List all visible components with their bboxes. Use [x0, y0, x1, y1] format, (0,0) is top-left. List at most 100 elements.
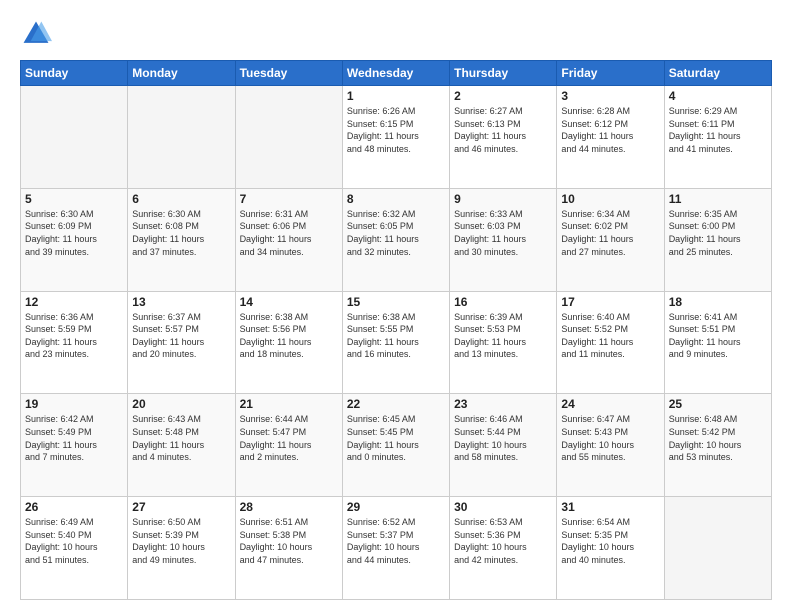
day-info: Sunrise: 6:29 AMSunset: 6:11 PMDaylight:… — [669, 105, 767, 155]
day-number: 7 — [240, 192, 338, 206]
calendar-cell: 1 Sunrise: 6:26 AMSunset: 6:15 PMDaylight… — [342, 86, 449, 189]
day-info: Sunrise: 6:37 AMSunset: 5:57 PMDaylight:… — [132, 311, 230, 361]
day-number: 18 — [669, 295, 767, 309]
day-number: 22 — [347, 397, 445, 411]
day-number: 16 — [454, 295, 552, 309]
week-row-5: 26 Sunrise: 6:49 AMSunset: 5:40 PMDayligh… — [21, 497, 772, 600]
day-number: 27 — [132, 500, 230, 514]
day-info: Sunrise: 6:46 AMSunset: 5:44 PMDaylight:… — [454, 413, 552, 463]
day-number: 26 — [25, 500, 123, 514]
weekday-header-sunday: Sunday — [21, 61, 128, 86]
day-info: Sunrise: 6:36 AMSunset: 5:59 PMDaylight:… — [25, 311, 123, 361]
day-info: Sunrise: 6:38 AMSunset: 5:56 PMDaylight:… — [240, 311, 338, 361]
day-info: Sunrise: 6:53 AMSunset: 5:36 PMDaylight:… — [454, 516, 552, 566]
day-number: 29 — [347, 500, 445, 514]
calendar-cell: 12 Sunrise: 6:36 AMSunset: 5:59 PMDayligh… — [21, 291, 128, 394]
calendar-cell: 14 Sunrise: 6:38 AMSunset: 5:56 PMDayligh… — [235, 291, 342, 394]
day-info: Sunrise: 6:42 AMSunset: 5:49 PMDaylight:… — [25, 413, 123, 463]
calendar-cell: 5 Sunrise: 6:30 AMSunset: 6:09 PMDaylight… — [21, 188, 128, 291]
day-number: 28 — [240, 500, 338, 514]
day-info: Sunrise: 6:44 AMSunset: 5:47 PMDaylight:… — [240, 413, 338, 463]
day-info: Sunrise: 6:30 AMSunset: 6:09 PMDaylight:… — [25, 208, 123, 258]
week-row-3: 12 Sunrise: 6:36 AMSunset: 5:59 PMDayligh… — [21, 291, 772, 394]
weekday-header-friday: Friday — [557, 61, 664, 86]
day-info: Sunrise: 6:43 AMSunset: 5:48 PMDaylight:… — [132, 413, 230, 463]
calendar-cell: 28 Sunrise: 6:51 AMSunset: 5:38 PMDayligh… — [235, 497, 342, 600]
day-number: 4 — [669, 89, 767, 103]
calendar-cell: 30 Sunrise: 6:53 AMSunset: 5:36 PMDayligh… — [450, 497, 557, 600]
page: SundayMondayTuesdayWednesdayThursdayFrid… — [0, 0, 792, 612]
calendar-cell: 15 Sunrise: 6:38 AMSunset: 5:55 PMDayligh… — [342, 291, 449, 394]
day-info: Sunrise: 6:45 AMSunset: 5:45 PMDaylight:… — [347, 413, 445, 463]
day-info: Sunrise: 6:28 AMSunset: 6:12 PMDaylight:… — [561, 105, 659, 155]
calendar-cell: 22 Sunrise: 6:45 AMSunset: 5:45 PMDayligh… — [342, 394, 449, 497]
day-info: Sunrise: 6:39 AMSunset: 5:53 PMDaylight:… — [454, 311, 552, 361]
calendar-cell: 29 Sunrise: 6:52 AMSunset: 5:37 PMDayligh… — [342, 497, 449, 600]
calendar-cell: 23 Sunrise: 6:46 AMSunset: 5:44 PMDayligh… — [450, 394, 557, 497]
calendar-cell: 8 Sunrise: 6:32 AMSunset: 6:05 PMDaylight… — [342, 188, 449, 291]
day-info: Sunrise: 6:48 AMSunset: 5:42 PMDaylight:… — [669, 413, 767, 463]
day-info: Sunrise: 6:35 AMSunset: 6:00 PMDaylight:… — [669, 208, 767, 258]
day-number: 5 — [25, 192, 123, 206]
weekday-header-saturday: Saturday — [664, 61, 771, 86]
calendar-cell: 24 Sunrise: 6:47 AMSunset: 5:43 PMDayligh… — [557, 394, 664, 497]
calendar-cell: 6Sunrise: 6:30 AMSunset: 6:08 PMDaylight… — [128, 188, 235, 291]
day-number: 10 — [561, 192, 659, 206]
calendar-cell: 9 Sunrise: 6:33 AMSunset: 6:03 PMDaylight… — [450, 188, 557, 291]
calendar-cell: 3 Sunrise: 6:28 AMSunset: 6:12 PMDaylight… — [557, 86, 664, 189]
day-number: 25 — [669, 397, 767, 411]
day-number: 9 — [454, 192, 552, 206]
day-number: 13 — [132, 295, 230, 309]
calendar-cell: 20Sunrise: 6:43 AMSunset: 5:48 PMDayligh… — [128, 394, 235, 497]
calendar-cell: 26 Sunrise: 6:49 AMSunset: 5:40 PMDayligh… — [21, 497, 128, 600]
calendar-cell: 31 Sunrise: 6:54 AMSunset: 5:35 PMDayligh… — [557, 497, 664, 600]
day-info: Sunrise: 6:33 AMSunset: 6:03 PMDaylight:… — [454, 208, 552, 258]
calendar-cell — [664, 497, 771, 600]
day-number: 23 — [454, 397, 552, 411]
day-number: 2 — [454, 89, 552, 103]
logo — [20, 18, 56, 50]
day-number: 3 — [561, 89, 659, 103]
weekday-header-row: SundayMondayTuesdayWednesdayThursdayFrid… — [21, 61, 772, 86]
day-number: 15 — [347, 295, 445, 309]
day-info: Sunrise: 6:49 AMSunset: 5:40 PMDaylight:… — [25, 516, 123, 566]
calendar-cell: 27Sunrise: 6:50 AMSunset: 5:39 PMDayligh… — [128, 497, 235, 600]
day-info: Sunrise: 6:26 AMSunset: 6:15 PMDaylight:… — [347, 105, 445, 155]
calendar-cell: 2 Sunrise: 6:27 AMSunset: 6:13 PMDaylight… — [450, 86, 557, 189]
day-number: 14 — [240, 295, 338, 309]
day-number: 1 — [347, 89, 445, 103]
calendar-cell: 19 Sunrise: 6:42 AMSunset: 5:49 PMDayligh… — [21, 394, 128, 497]
calendar-cell — [21, 86, 128, 189]
day-info: Sunrise: 6:51 AMSunset: 5:38 PMDaylight:… — [240, 516, 338, 566]
day-number: 24 — [561, 397, 659, 411]
day-info: Sunrise: 6:38 AMSunset: 5:55 PMDaylight:… — [347, 311, 445, 361]
day-info: Sunrise: 6:54 AMSunset: 5:35 PMDaylight:… — [561, 516, 659, 566]
day-number: 12 — [25, 295, 123, 309]
weekday-header-thursday: Thursday — [450, 61, 557, 86]
day-info: Sunrise: 6:34 AMSunset: 6:02 PMDaylight:… — [561, 208, 659, 258]
calendar-table: SundayMondayTuesdayWednesdayThursdayFrid… — [20, 60, 772, 600]
day-info: Sunrise: 6:30 AMSunset: 6:08 PMDaylight:… — [132, 208, 230, 258]
day-info: Sunrise: 6:47 AMSunset: 5:43 PMDaylight:… — [561, 413, 659, 463]
day-number: 19 — [25, 397, 123, 411]
calendar-cell — [235, 86, 342, 189]
header — [20, 18, 772, 50]
day-number: 11 — [669, 192, 767, 206]
weekday-header-monday: Monday — [128, 61, 235, 86]
calendar-cell: 17Sunrise: 6:40 AMSunset: 5:52 PMDayligh… — [557, 291, 664, 394]
calendar-cell: 7Sunrise: 6:31 AMSunset: 6:06 PMDaylight… — [235, 188, 342, 291]
week-row-2: 5 Sunrise: 6:30 AMSunset: 6:09 PMDaylight… — [21, 188, 772, 291]
week-row-4: 19 Sunrise: 6:42 AMSunset: 5:49 PMDayligh… — [21, 394, 772, 497]
day-info: Sunrise: 6:27 AMSunset: 6:13 PMDaylight:… — [454, 105, 552, 155]
calendar-cell: 13 Sunrise: 6:37 AMSunset: 5:57 PMDayligh… — [128, 291, 235, 394]
day-number: 8 — [347, 192, 445, 206]
day-number: 17 — [561, 295, 659, 309]
calendar-cell: 10 Sunrise: 6:34 AMSunset: 6:02 PMDayligh… — [557, 188, 664, 291]
day-info: Sunrise: 6:32 AMSunset: 6:05 PMDaylight:… — [347, 208, 445, 258]
calendar-cell: 18 Sunrise: 6:41 AMSunset: 5:51 PMDayligh… — [664, 291, 771, 394]
day-number: 31 — [561, 500, 659, 514]
logo-icon — [20, 18, 52, 50]
day-number: 30 — [454, 500, 552, 514]
day-info: Sunrise: 6:41 AMSunset: 5:51 PMDaylight:… — [669, 311, 767, 361]
day-info: Sunrise: 6:52 AMSunset: 5:37 PMDaylight:… — [347, 516, 445, 566]
